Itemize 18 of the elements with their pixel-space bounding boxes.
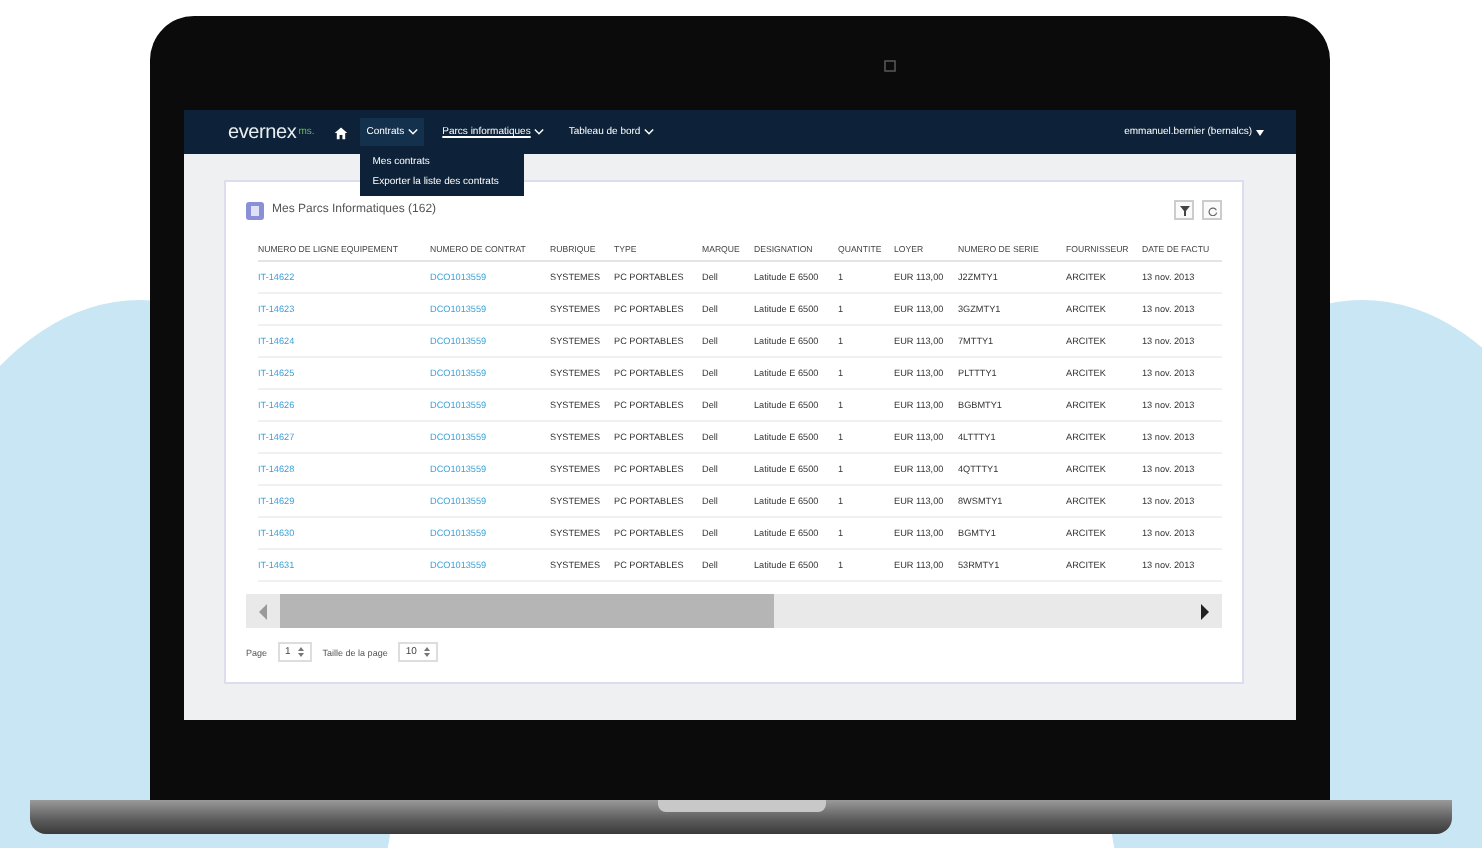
list-icon <box>246 201 264 219</box>
horizontal-scrollbar[interactable] <box>246 594 1222 628</box>
scroll-right-icon[interactable] <box>1200 603 1210 619</box>
caret-icon <box>1256 129 1264 135</box>
spinner-arrows-icon <box>424 646 431 658</box>
camera-icon <box>884 60 896 72</box>
logo: evernex <box>228 121 297 143</box>
refresh-button[interactable] <box>1202 200 1222 220</box>
home-icon[interactable] <box>334 125 349 139</box>
filter-button[interactable] <box>1174 200 1194 220</box>
spinner-arrows-icon <box>298 646 305 658</box>
chevron-icon <box>534 128 545 136</box>
scrollbar-thumb[interactable] <box>280 594 774 628</box>
filter-icon <box>1179 205 1189 215</box>
chevron-icon <box>644 128 655 136</box>
chevron-icon <box>408 128 419 136</box>
scroll-left-icon[interactable] <box>258 603 268 619</box>
refresh-icon <box>1207 205 1217 215</box>
